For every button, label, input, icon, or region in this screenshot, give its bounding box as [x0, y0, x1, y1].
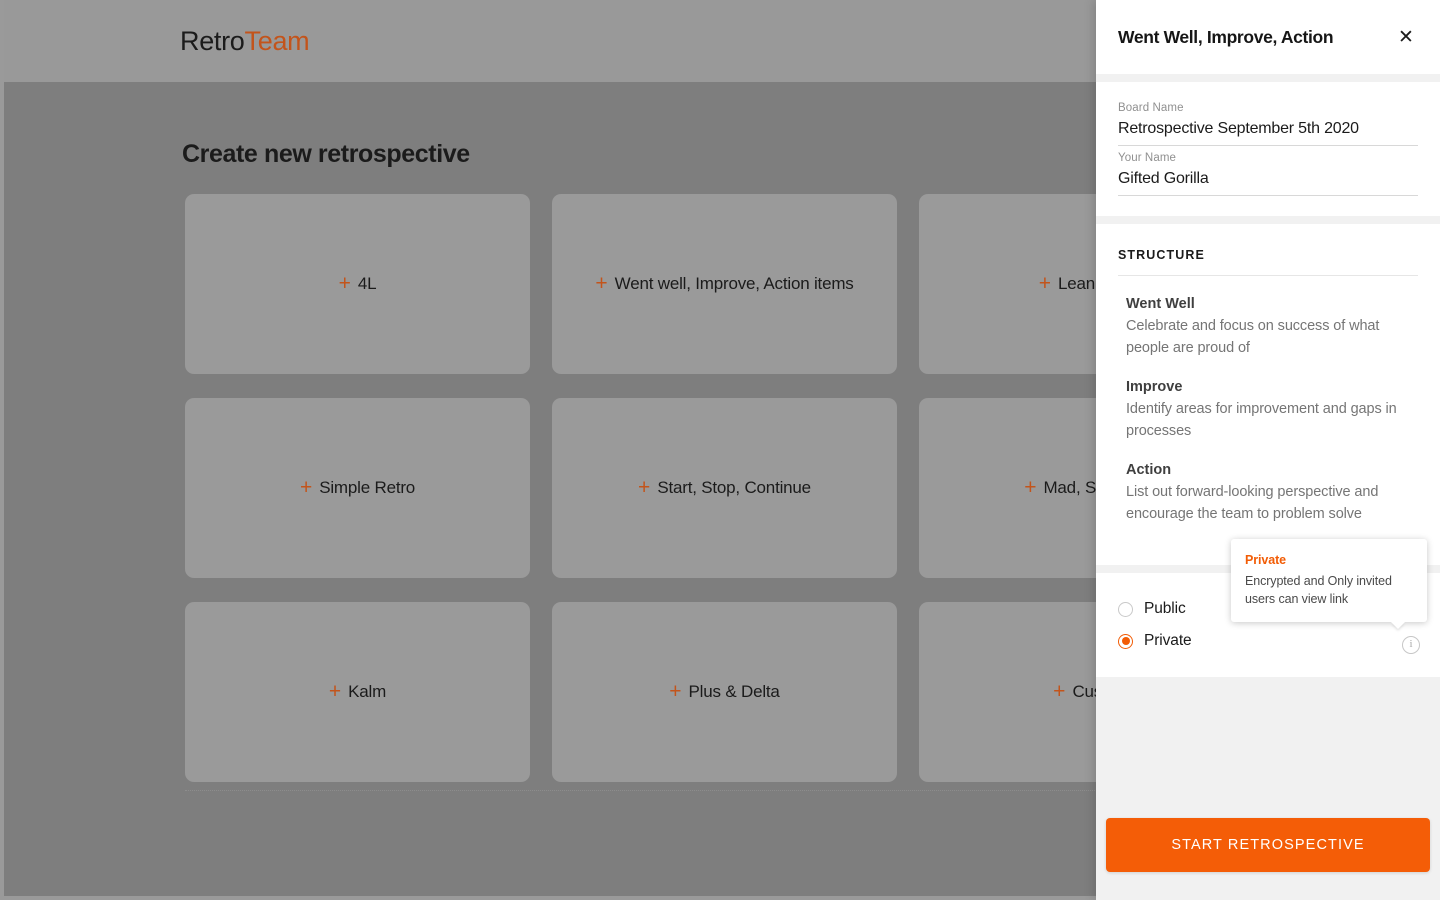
board-name-input[interactable]: [1118, 116, 1418, 146]
board-name-field: Board Name: [1118, 100, 1418, 146]
panel-footer: START RETROSPECTIVE: [1096, 818, 1440, 900]
brand-logo-part1: Retro: [180, 26, 245, 56]
brand-logo[interactable]: RetroTeam: [180, 25, 309, 57]
plus-icon: +: [300, 479, 312, 497]
plus-icon: +: [339, 275, 351, 293]
structure-item-action: Action List out forward-looking perspect…: [1118, 459, 1418, 525]
structure-item-improve: Improve Identify areas for improvement a…: [1118, 376, 1418, 442]
plus-icon: +: [595, 275, 607, 293]
close-icon[interactable]: ✕: [1393, 24, 1419, 50]
plus-icon: +: [1039, 275, 1051, 293]
structure-item-title: Improve: [1126, 376, 1414, 398]
structure-item-description: List out forward-looking perspective and…: [1126, 481, 1414, 525]
structure-item-title: Went Well: [1126, 293, 1414, 315]
plus-icon: +: [638, 479, 650, 497]
template-card-content: + Went well, Improve, Action items: [595, 274, 853, 294]
template-card-label: Kalm: [348, 682, 386, 702]
plus-icon: +: [329, 683, 341, 701]
structure-item-description: Celebrate and focus on success of what p…: [1126, 315, 1414, 359]
plus-icon: +: [669, 683, 681, 701]
tooltip-title: Private: [1245, 551, 1413, 569]
template-card-went-well-improve-action-items[interactable]: + Went well, Improve, Action items: [552, 194, 897, 374]
panel-section-divider-2: [1096, 216, 1440, 224]
start-retrospective-button[interactable]: START RETROSPECTIVE: [1106, 818, 1430, 872]
template-card-label: Went well, Improve, Action items: [615, 274, 854, 294]
your-name-label: Your Name: [1118, 150, 1418, 166]
page-title: Create new retrospective: [182, 140, 470, 169]
board-name-label: Board Name: [1118, 100, 1418, 116]
panel-section-divider: [1096, 74, 1440, 82]
template-card-label: Start, Stop, Continue: [657, 478, 811, 498]
template-card-4l[interactable]: + 4L: [185, 194, 530, 374]
structure-section: STRUCTURE Went Well Celebrate and focus …: [1096, 224, 1440, 565]
create-retrospective-panel: Went Well, Improve, Action ✕ Board Name …: [1096, 0, 1440, 900]
template-card-content: + 4L: [339, 274, 377, 294]
radio-icon-public: [1118, 602, 1133, 617]
template-card-content: + Kalm: [329, 682, 386, 702]
template-card-start-stop-continue[interactable]: + Start, Stop, Continue: [552, 398, 897, 578]
radio-label-public: Public: [1144, 600, 1186, 618]
structure-item-description: Identify areas for improvement and gaps …: [1126, 398, 1414, 442]
template-card-label: Simple Retro: [319, 478, 415, 498]
panel-form-fields: Board Name Your Name: [1096, 82, 1440, 216]
panel-title: Went Well, Improve, Action: [1118, 27, 1393, 48]
template-card-label: Plus & Delta: [689, 682, 780, 702]
visibility-tooltip: Private Encrypted and Only invited users…: [1231, 539, 1427, 622]
brand-logo-part2: Team: [245, 26, 310, 56]
plus-icon: +: [1024, 479, 1036, 497]
template-card-kalm[interactable]: + Kalm: [185, 602, 530, 782]
template-card-simple-retro[interactable]: + Simple Retro: [185, 398, 530, 578]
template-card-label: 4L: [358, 274, 377, 294]
your-name-field: Your Name: [1118, 150, 1418, 196]
tooltip-text: Encrypted and Only invited users can vie…: [1245, 572, 1413, 608]
structure-heading: STRUCTURE: [1118, 248, 1418, 276]
template-card-content: + Plus & Delta: [669, 682, 779, 702]
template-card-content: + Start, Stop, Continue: [638, 478, 811, 498]
your-name-input[interactable]: [1118, 166, 1418, 196]
structure-item-went-well: Went Well Celebrate and focus on success…: [1118, 293, 1418, 359]
radio-icon-private: [1118, 634, 1133, 649]
radio-option-private[interactable]: Private: [1118, 625, 1418, 657]
radio-label-private: Private: [1144, 632, 1192, 650]
template-card-content: + Simple Retro: [300, 478, 415, 498]
template-card-plus-delta[interactable]: + Plus & Delta: [552, 602, 897, 782]
plus-icon: +: [1053, 683, 1065, 701]
panel-header: Went Well, Improve, Action ✕: [1096, 0, 1440, 74]
info-icon[interactable]: i: [1402, 636, 1420, 654]
structure-item-title: Action: [1126, 459, 1414, 481]
